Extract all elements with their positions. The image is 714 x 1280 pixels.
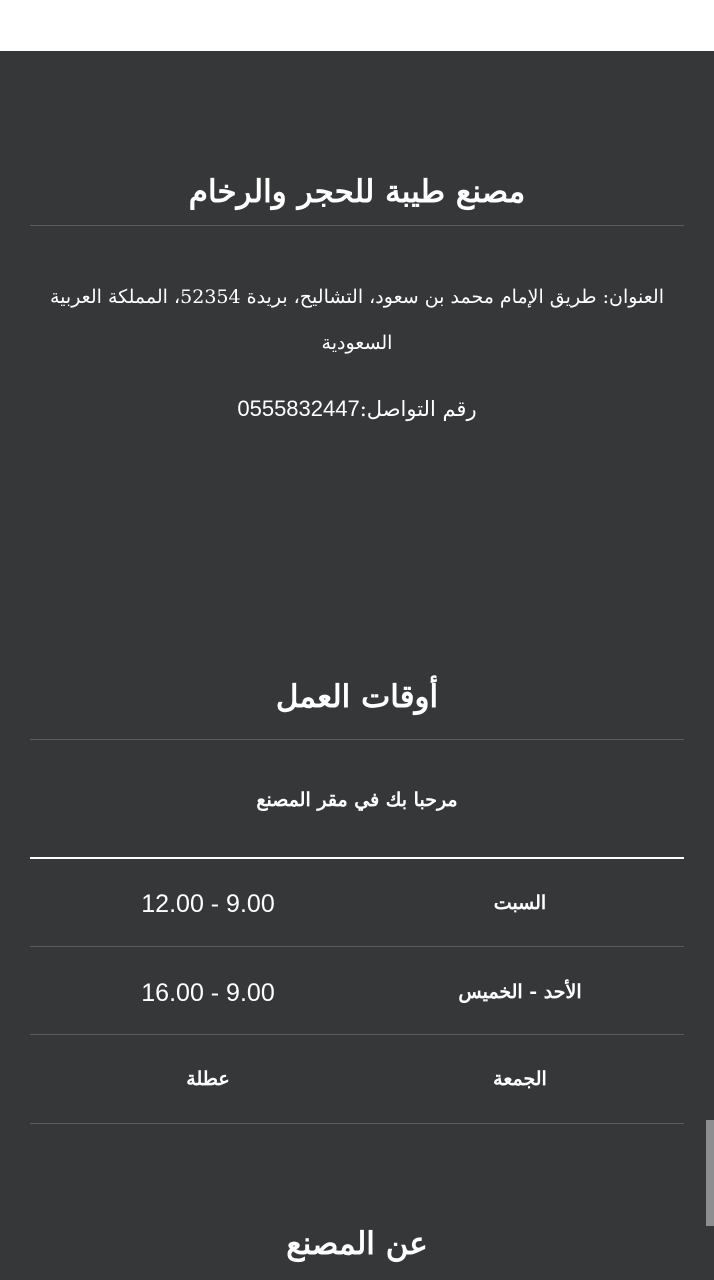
row-divider [30,946,684,947]
day-cell: الجمعة [493,1068,547,1090]
factory-address: العنوان: طريق الإمام محمد بن سعود، التشا… [49,286,665,354]
time-cell: 12.00 - 9.00 [141,890,275,918]
day-cell: السبت [493,892,547,914]
working-hours-title: أوقات العمل [275,679,439,715]
scrollbar-thumb[interactable] [706,1120,714,1226]
time-cell: 16.00 - 9.00 [141,979,275,1007]
row-divider [30,1123,684,1124]
contact-phone[interactable]: رقم التواصل:0555832447 [0,396,714,422]
phone-number[interactable]: 0555832447 [237,396,359,421]
row-divider [30,1034,684,1035]
day-cell: الأحد - الخميس [458,981,582,1003]
phone-label: رقم التواصل: [359,397,477,421]
welcome-text: مرحبا بك في مقر المصنع [256,789,458,811]
browser-top-bar [0,0,714,51]
divider [30,225,684,226]
factory-title: مصنع طيبة للحجر والرخام [188,174,526,210]
time-cell: عطلة [186,1068,230,1090]
about-title: عن المصنع [286,1226,428,1262]
divider [30,739,684,740]
footer-section: مصنع طيبة للحجر والرخام العنوان: طريق ال… [0,51,714,1280]
table-top-border [30,857,684,859]
